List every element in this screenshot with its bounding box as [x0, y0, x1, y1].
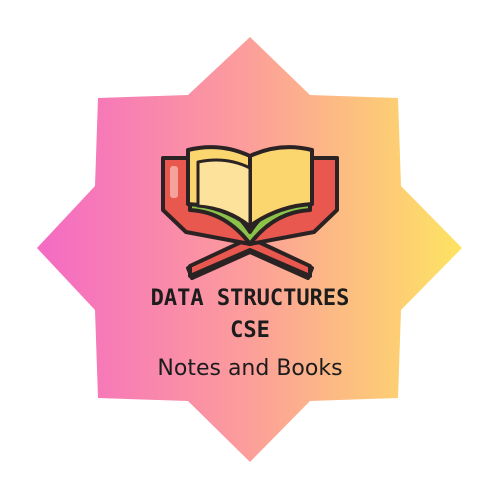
open-book-on-stand-icon	[161, 145, 339, 280]
subtitle-notes-and-books: Notes and Books	[157, 356, 343, 381]
title-line-cse: CSE	[230, 318, 270, 343]
logo-canvas: DATA STRUCTURES CSE Notes and Books	[0, 0, 500, 500]
title-line-data-structures: DATA STRUCTURES	[150, 286, 350, 311]
